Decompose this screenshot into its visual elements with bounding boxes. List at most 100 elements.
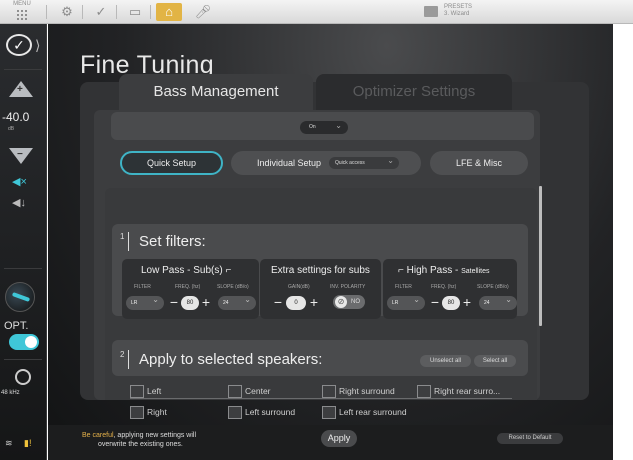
speaker-checkbox-right-surround[interactable]: Right surround <box>322 385 395 398</box>
rail-status: ≋ ▮! <box>0 434 47 460</box>
checkmark-icon[interactable]: ✓ <box>92 3 110 21</box>
polarity-label: INV. POLARITY <box>330 284 366 290</box>
gain-label: GAIN(dB) <box>288 284 310 290</box>
low-pass-slope-label: SLOPE (dB/o) <box>217 284 249 290</box>
reset-default-button[interactable]: Reset to Default <box>497 433 563 444</box>
presets-value: 3. Wizard <box>444 11 470 17</box>
minus-icon[interactable]: − <box>167 295 181 311</box>
minus-icon[interactable]: − <box>271 295 285 311</box>
rail-divider <box>4 268 42 269</box>
high-pass-filter-label: FILTER <box>395 284 412 290</box>
speaker-checkbox-center[interactable]: Center <box>228 385 271 398</box>
volume-unit: dB <box>8 126 15 132</box>
low-pass-filter-label: FILTER <box>134 284 151 290</box>
tab-optimizer-settings[interactable]: Optimizer Settings <box>316 74 512 110</box>
select-all-button[interactable]: Select all <box>474 355 516 367</box>
microphone-icon[interactable]: 🎤︎ <box>194 3 212 21</box>
low-pass-curve-icon: ⌐ <box>225 265 232 276</box>
speaker-checkbox-right[interactable]: Right <box>130 406 167 419</box>
high-pass-slope-select[interactable]: 24 <box>479 293 517 310</box>
warning-rest: , applying new settings will <box>113 432 197 439</box>
low-pass-freq-value[interactable]: 80 <box>181 296 199 310</box>
speakers-icon[interactable]: ⌂ <box>156 3 182 21</box>
plus-icon[interactable]: + <box>199 295 213 311</box>
section-divider <box>128 350 129 369</box>
toolbar-divider <box>150 5 151 19</box>
low-pass-title: Low Pass - Sub(s) ⌐ <box>141 265 231 276</box>
low-pass-title-text: Low Pass - Sub(s) <box>141 265 223 276</box>
individual-setup-label: Individual Setup <box>257 158 322 168</box>
gain-stepper: − 0 + <box>271 295 321 311</box>
speaker-icon[interactable]: ◀↓ <box>12 196 26 209</box>
disabled-icon: ⊘ <box>335 296 347 308</box>
plus-icon: + <box>17 84 23 95</box>
plus-icon[interactable]: + <box>460 295 474 311</box>
mute-icon[interactable]: ◀× <box>12 175 27 188</box>
low-pass-freq-label: FREQ. (hz) <box>175 284 201 290</box>
sample-rate: 48 kHz <box>1 390 20 396</box>
high-pass-filter-select[interactable]: LR <box>387 293 425 310</box>
low-pass-freq-stepper: − 80 + <box>167 295 213 311</box>
apply-button[interactable]: Apply <box>321 430 357 447</box>
volume-up-button[interactable]: + <box>9 81 33 97</box>
menu-button[interactable]: MENU <box>2 1 42 23</box>
speaker-checkbox-right-rear-surround[interactable]: Right rear surro... <box>417 385 500 398</box>
section-number: 2 <box>120 350 125 359</box>
high-pass-title-small: Satellites <box>461 268 490 275</box>
lfe-misc-button[interactable]: LFE & Misc <box>430 151 528 175</box>
speaker-checkbox-left-rear-surround[interactable]: Left rear surround <box>322 406 407 419</box>
high-pass-freq-label: FREQ. (hz) <box>431 284 457 290</box>
chevron-right-icon: ⟩ <box>35 37 41 53</box>
unselect-all-button[interactable]: Unselect all <box>420 355 471 367</box>
minus-icon[interactable]: − <box>428 295 442 311</box>
speaker-checkbox-left-surround[interactable]: Left surround <box>228 406 295 419</box>
warning-line-1: Be careful, applying new settings will <box>82 431 196 440</box>
rail-divider <box>4 69 42 70</box>
wifi-icon: ≋ <box>5 438 13 448</box>
speaker-divider <box>130 398 512 399</box>
section-divider <box>128 232 129 251</box>
high-pass-slope-label: SLOPE (dB/o) <box>477 284 509 290</box>
gears-icon[interactable]: ⚙ <box>58 3 76 21</box>
section-title: Set filters: <box>139 233 206 250</box>
logo-icon[interactable]: ✓ <box>6 34 32 56</box>
plus-icon[interactable]: + <box>307 295 321 311</box>
low-pass-filter-select[interactable]: LR <box>126 293 164 310</box>
presets-label: PRESETS <box>444 4 473 10</box>
optimizer-toggle[interactable] <box>9 334 39 350</box>
optimizer-label: OPT. <box>4 320 29 332</box>
top-toolbar: MENU ⚙ ✓ ▭ ⌂ 🎤︎ PRESETS 3. Wizard <box>0 0 633 24</box>
high-pass-freq-value[interactable]: 80 <box>442 296 460 310</box>
toolbar-divider <box>46 5 47 19</box>
toolbar-divider <box>82 5 83 19</box>
master-select[interactable]: On <box>300 119 348 134</box>
volume-value: -40.0 <box>2 110 30 124</box>
page-margin <box>613 24 633 460</box>
monitor-icon[interactable]: ▭ <box>126 3 144 21</box>
sync-icon <box>15 369 31 385</box>
rail-divider <box>4 359 42 360</box>
minus-icon: − <box>17 149 23 160</box>
volume-down-button[interactable]: − <box>9 148 33 164</box>
left-rail: ✓ ⟩ + -40.0 dB − ◀× ◀↓ OPT. 48 kHz ≋ ▮! <box>0 24 47 460</box>
low-pass-slope-select[interactable]: 24 <box>218 293 256 310</box>
extra-settings-title: Extra settings for subs <box>271 265 370 276</box>
high-pass-curve-icon: ⌐ <box>398 265 407 276</box>
gain-value[interactable]: 0 <box>286 296 306 310</box>
microphone-status-icon: ▮! <box>24 438 32 448</box>
high-pass-freq-stepper: − 80 + <box>428 295 474 311</box>
quick-access-select[interactable]: Quick access <box>329 155 399 169</box>
section-title: Apply to selected speakers: <box>139 351 323 368</box>
quick-setup-button[interactable]: Quick Setup <box>120 151 223 175</box>
presets-button[interactable]: PRESETS 3. Wizard <box>420 3 544 21</box>
high-pass-title: ⌐ High Pass - Satellites <box>398 265 490 276</box>
high-pass-title-text: High Pass - <box>406 265 462 276</box>
tab-bass-management[interactable]: Bass Management <box>119 74 313 110</box>
grid-icon <box>16 9 28 21</box>
section-number: 1 <box>120 232 125 241</box>
polarity-toggle[interactable]: ⊘ NO <box>333 295 365 309</box>
scrollbar[interactable] <box>539 186 542 326</box>
optimizer-knob-icon[interactable] <box>5 282 35 312</box>
toolbar-divider <box>116 5 117 19</box>
speaker-checkbox-left[interactable]: Left <box>130 385 161 398</box>
